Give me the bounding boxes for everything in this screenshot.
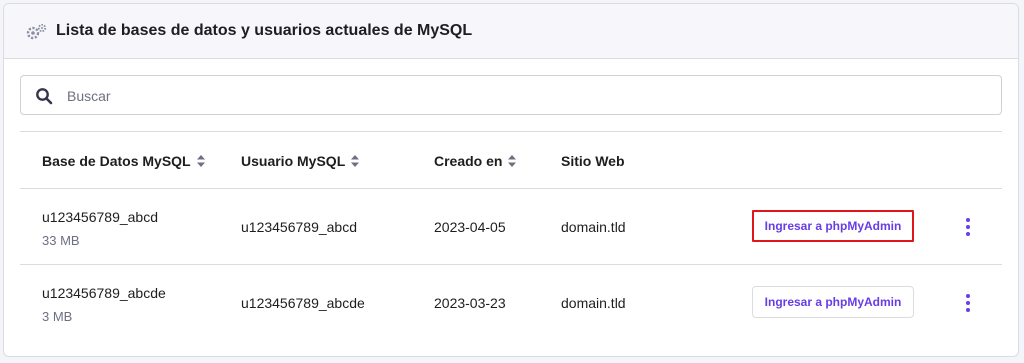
- database-name: u123456789_abcd: [42, 209, 159, 225]
- databases-table: Base de Datos MySQL Usuario MySQL Creado…: [20, 131, 1002, 341]
- more-options-icon[interactable]: [958, 292, 978, 314]
- search-box[interactable]: [20, 75, 1002, 115]
- table-header: Base de Datos MySQL Usuario MySQL Creado…: [20, 131, 1002, 189]
- database-size: 33 MB: [42, 233, 80, 248]
- column-header-created[interactable]: Creado en: [434, 153, 517, 169]
- column-header-site: Sitio Web: [561, 153, 625, 169]
- column-header-label: Usuario MySQL: [241, 153, 346, 169]
- gears-icon: [26, 23, 47, 40]
- column-header-label: Base de Datos MySQL: [42, 153, 191, 169]
- column-header-user[interactable]: Usuario MySQL: [241, 153, 360, 169]
- database-user: u123456789_abcde: [241, 295, 365, 311]
- search-input[interactable]: [67, 85, 967, 107]
- column-header-label: Sitio Web: [561, 153, 625, 169]
- search-icon: [36, 88, 53, 105]
- column-header-database[interactable]: Base de Datos MySQL: [42, 153, 205, 169]
- page-title: Lista de bases de datos y usuarios actua…: [56, 22, 473, 39]
- phpmyadmin-button[interactable]: Ingresar a phpMyAdmin: [752, 210, 914, 242]
- website: domain.tld: [561, 219, 626, 235]
- sort-icon: [351, 155, 360, 167]
- website: domain.tld: [561, 295, 626, 311]
- more-options-icon[interactable]: [958, 216, 978, 238]
- table-row: u123456789_abcd 33 MB u123456789_abcd 20…: [20, 189, 1002, 265]
- table-row: u123456789_abcde 3 MB u123456789_abcde 2…: [20, 265, 1002, 341]
- created-date: 2023-04-05: [434, 219, 506, 235]
- card-header: Lista de bases de datos y usuarios actua…: [4, 4, 1018, 59]
- databases-card: Lista de bases de datos y usuarios actua…: [3, 3, 1019, 357]
- sort-icon: [196, 155, 205, 167]
- column-header-label: Creado en: [434, 153, 503, 169]
- database-size: 3 MB: [42, 309, 73, 324]
- phpmyadmin-button[interactable]: Ingresar a phpMyAdmin: [752, 286, 914, 318]
- database-name: u123456789_abcde: [42, 285, 166, 301]
- database-user: u123456789_abcd: [241, 219, 358, 235]
- created-date: 2023-03-23: [434, 295, 506, 311]
- sort-icon: [508, 155, 517, 167]
